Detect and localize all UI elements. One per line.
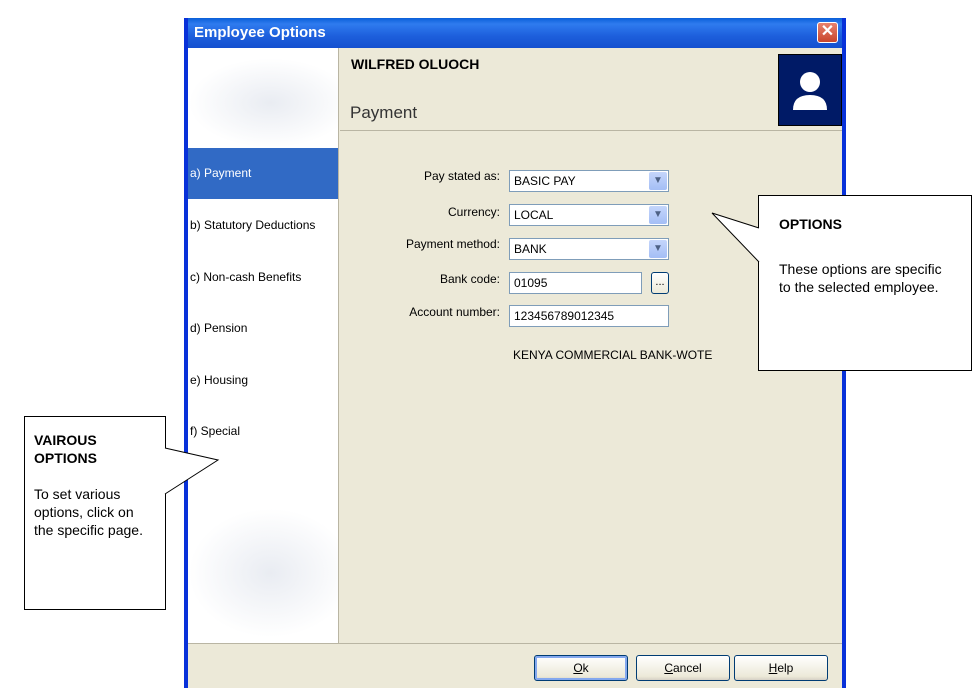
currency-value: LOCAL (514, 208, 554, 222)
employee-photo (778, 54, 842, 126)
cancel-accel: C (664, 661, 673, 675)
bank-code-input[interactable]: 01095 (509, 272, 642, 294)
nav-item-payment[interactable]: a) Payment (188, 148, 338, 199)
cancel-label-rest: ancel (672, 661, 702, 675)
pay-stated-as-select[interactable]: BASIC PAY ▼ (509, 170, 669, 192)
help-button[interactable]: Help (734, 655, 828, 681)
nav-decoration-top (188, 58, 338, 148)
chevron-down-icon[interactable]: ▼ (649, 172, 667, 190)
window-title: Employee Options (194, 24, 326, 41)
nav-item-pension[interactable]: d) Pension (188, 303, 338, 354)
various-callout-title: VAIROUS OPTIONS (34, 432, 98, 466)
options-callout-body: These options are specific to the select… (779, 261, 942, 295)
options-nav: a) Payment b) Statutory Deductions c) No… (188, 48, 339, 643)
nav-item-non-cash-benefits[interactable]: c) Non-cash Benefits (188, 252, 338, 303)
nav-item-statutory-deductions[interactable]: b) Statutory Deductions (188, 200, 338, 251)
ok-accel: O (573, 661, 583, 675)
pay-stated-as-label: Pay stated as: (423, 169, 500, 183)
bank-code-value: 01095 (514, 276, 548, 290)
close-icon: ✕ (820, 23, 835, 40)
bank-name-text: KENYA COMMERCIAL BANK-WOTE (513, 348, 713, 362)
various-callout-body: To set various options, click on the spe… (34, 486, 143, 538)
currency-label: Currency: (447, 205, 500, 219)
ok-label-rest: k (582, 661, 589, 675)
nav-item-housing[interactable]: e) Housing (188, 355, 338, 406)
account-number-value: 123456789012345 (514, 309, 615, 323)
payment-method-select[interactable]: BANK ▼ (509, 238, 669, 260)
help-label-rest: elp (777, 661, 794, 675)
chevron-down-icon[interactable]: ▼ (649, 240, 667, 258)
account-number-input[interactable]: 123456789012345 (509, 305, 669, 327)
nav-decoration-bottom (188, 508, 338, 638)
header-divider (340, 130, 842, 131)
various-options-callout: VAIROUS OPTIONS To set various options, … (24, 416, 166, 610)
options-callout: OPTIONS These options are specific to th… (758, 195, 972, 371)
employee-options-window: Employee Options ✕ a) Payment b) Statuto… (184, 18, 846, 688)
chevron-down-icon[interactable]: ▼ (649, 206, 667, 224)
footer-divider (188, 643, 842, 644)
ok-button[interactable]: Ok (534, 655, 628, 681)
bank-code-label: Bank code: (439, 272, 500, 286)
options-callout-title: OPTIONS (779, 216, 843, 232)
bank-code-browse-button[interactable]: ... (651, 272, 669, 294)
section-title: Payment (350, 103, 418, 122)
nav-item-special[interactable]: f) Special (188, 406, 338, 457)
employee-name: WILFRED OLUOCH (351, 56, 480, 72)
close-button[interactable]: ✕ (817, 22, 838, 43)
payment-method-value: BANK (514, 242, 547, 256)
user-silhouette-icon (793, 72, 827, 110)
pay-stated-as-value: BASIC PAY (514, 174, 576, 188)
account-number-label: Account number: (409, 305, 500, 319)
currency-select[interactable]: LOCAL ▼ (509, 204, 669, 226)
title-bar: Employee Options ✕ (188, 18, 842, 48)
cancel-button[interactable]: Cancel (636, 655, 730, 681)
payment-method-label: Payment method: (405, 237, 500, 251)
